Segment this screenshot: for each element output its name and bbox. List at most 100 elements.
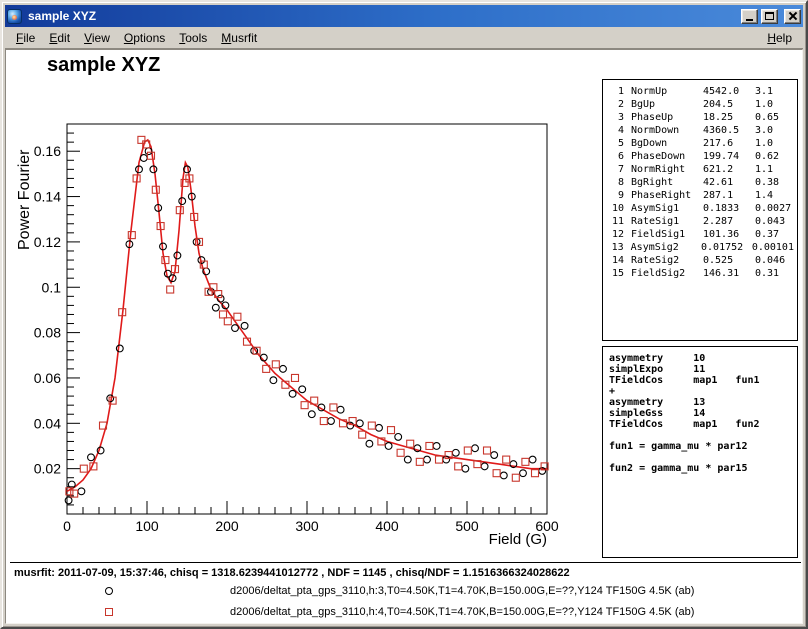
- data-point: [376, 424, 383, 431]
- maximize-icon: [765, 12, 774, 20]
- minimize-button[interactable]: [741, 9, 758, 24]
- app-icon: [7, 9, 22, 24]
- legend-label: d2006/deltat_pta_gps_3110,h:3,T0=4.50K,T…: [230, 585, 694, 597]
- svg-text:0.14: 0.14: [34, 189, 61, 205]
- svg-text:0.1: 0.1: [42, 279, 62, 295]
- theory-line: [609, 452, 791, 463]
- data-point: [241, 322, 248, 329]
- param-row: 4NormDown4360.53.0: [609, 124, 794, 137]
- separator-line: [10, 562, 801, 563]
- svg-text:0.02: 0.02: [34, 461, 61, 477]
- theory-line: TFieldCos map1 fun1: [609, 375, 791, 386]
- data-point: [140, 155, 147, 162]
- menu-items: FileEditViewOptionsToolsMusrfit: [9, 28, 760, 48]
- svg-text:200: 200: [215, 518, 239, 534]
- menu-item-musrfit[interactable]: Musrfit: [214, 28, 264, 48]
- theory-line: simplExpo 11: [609, 364, 791, 375]
- data-point: [356, 420, 363, 427]
- data-point: [464, 447, 471, 454]
- data-point: [232, 325, 239, 332]
- window-title: sample XYZ: [25, 9, 738, 23]
- y-axis-ticks: 0.02 0.04 0.06 0.08 0.1 0.12 0.14 0.16: [34, 133, 80, 505]
- legend-label: d2006/deltat_pta_gps_3110,h:4,T0=4.50K,T…: [230, 606, 694, 618]
- data-point: [455, 463, 462, 470]
- svg-text:0.16: 0.16: [34, 143, 61, 159]
- theory-line: fun1 = gamma_mu * par12: [609, 441, 791, 452]
- data-point: [388, 427, 395, 434]
- theory-line: simpleGss 14: [609, 408, 791, 419]
- menu-item-edit[interactable]: Edit: [42, 28, 77, 48]
- maximize-button[interactable]: [761, 9, 778, 24]
- plot-frame: [67, 124, 547, 514]
- theory-line: asymmetry 10: [609, 353, 791, 364]
- data-point: [359, 431, 366, 438]
- data-point: [395, 434, 402, 441]
- svg-text:100: 100: [135, 518, 159, 534]
- svg-text:0.06: 0.06: [34, 370, 61, 386]
- data-point: [270, 377, 277, 384]
- data-point: [65, 497, 72, 504]
- data-point: [80, 465, 87, 472]
- svg-text:300: 300: [295, 518, 319, 534]
- data-point: [491, 452, 498, 459]
- data-point: [407, 440, 414, 447]
- data-point: [88, 454, 95, 461]
- data-point: [436, 456, 443, 463]
- data-point: [433, 443, 440, 450]
- svg-text:0.08: 0.08: [34, 325, 61, 341]
- data-point: [368, 422, 375, 429]
- data-point: [337, 406, 344, 413]
- theory-line: asymmetry 13: [609, 397, 791, 408]
- data-point: [320, 418, 327, 425]
- svg-text:0.12: 0.12: [34, 234, 61, 250]
- parameter-box: 1NormUp4542.03.12BgUp204.51.03PhaseUp18.…: [602, 79, 798, 341]
- menu-item-help[interactable]: Help: [760, 28, 799, 48]
- minimize-icon: [746, 19, 753, 21]
- data-point: [234, 313, 241, 320]
- data-point: [366, 440, 373, 447]
- title-bar[interactable]: sample XYZ: [5, 5, 803, 27]
- x-axis-ticks: 0100200300400500600: [63, 501, 559, 534]
- series-squares: [66, 136, 548, 497]
- data-point: [301, 402, 308, 409]
- svg-text:0.04: 0.04: [34, 415, 61, 431]
- menu-item-file[interactable]: File: [9, 28, 42, 48]
- param-row: 9PhaseRight287.11.4: [609, 189, 794, 202]
- data-point: [404, 456, 411, 463]
- data-point: [78, 488, 85, 495]
- menu-help: Help: [760, 28, 799, 48]
- theory-box: asymmetry 10simplExpo 11TFieldCos map1 f…: [602, 346, 798, 558]
- param-row: 12FieldSig1101.360.37: [609, 228, 794, 241]
- fit-status-line: musrfit: 2011-07-09, 15:37:46, chisq = 1…: [14, 567, 570, 579]
- param-row: 3PhaseUp18.250.65: [609, 111, 794, 124]
- root-canvas: sample XYZ 01002003004005006000.020.040.…: [5, 49, 803, 624]
- data-point: [397, 449, 404, 456]
- data-point: [532, 470, 539, 477]
- data-point: [272, 361, 279, 368]
- y-axis-label: Power Fourier: [16, 150, 34, 250]
- data-point: [462, 465, 469, 472]
- data-point: [116, 345, 123, 352]
- data-point: [308, 411, 315, 418]
- menu-item-view[interactable]: View: [77, 28, 117, 48]
- data-point: [280, 365, 287, 372]
- param-row: 6PhaseDown199.740.62: [609, 150, 794, 163]
- data-point: [299, 386, 306, 393]
- param-row: 13AsymSig20.017520.00101: [609, 241, 794, 254]
- data-point: [385, 443, 392, 450]
- data-point: [484, 447, 491, 454]
- data-point: [512, 474, 519, 481]
- menu-item-tools[interactable]: Tools: [172, 28, 214, 48]
- theory-line: +: [609, 386, 791, 397]
- data-point: [328, 418, 335, 425]
- menu-item-options[interactable]: Options: [117, 28, 172, 48]
- param-row: 1NormUp4542.03.1: [609, 85, 794, 98]
- data-point: [292, 374, 299, 381]
- param-row: 14RateSig20.5250.046: [609, 254, 794, 267]
- data-point: [289, 390, 296, 397]
- data-point: [522, 458, 529, 465]
- param-row: 10AsymSig10.18330.0027: [609, 202, 794, 215]
- param-row: 15FieldSig2146.310.31: [609, 267, 794, 280]
- close-button[interactable]: [784, 9, 801, 24]
- data-point: [167, 286, 174, 293]
